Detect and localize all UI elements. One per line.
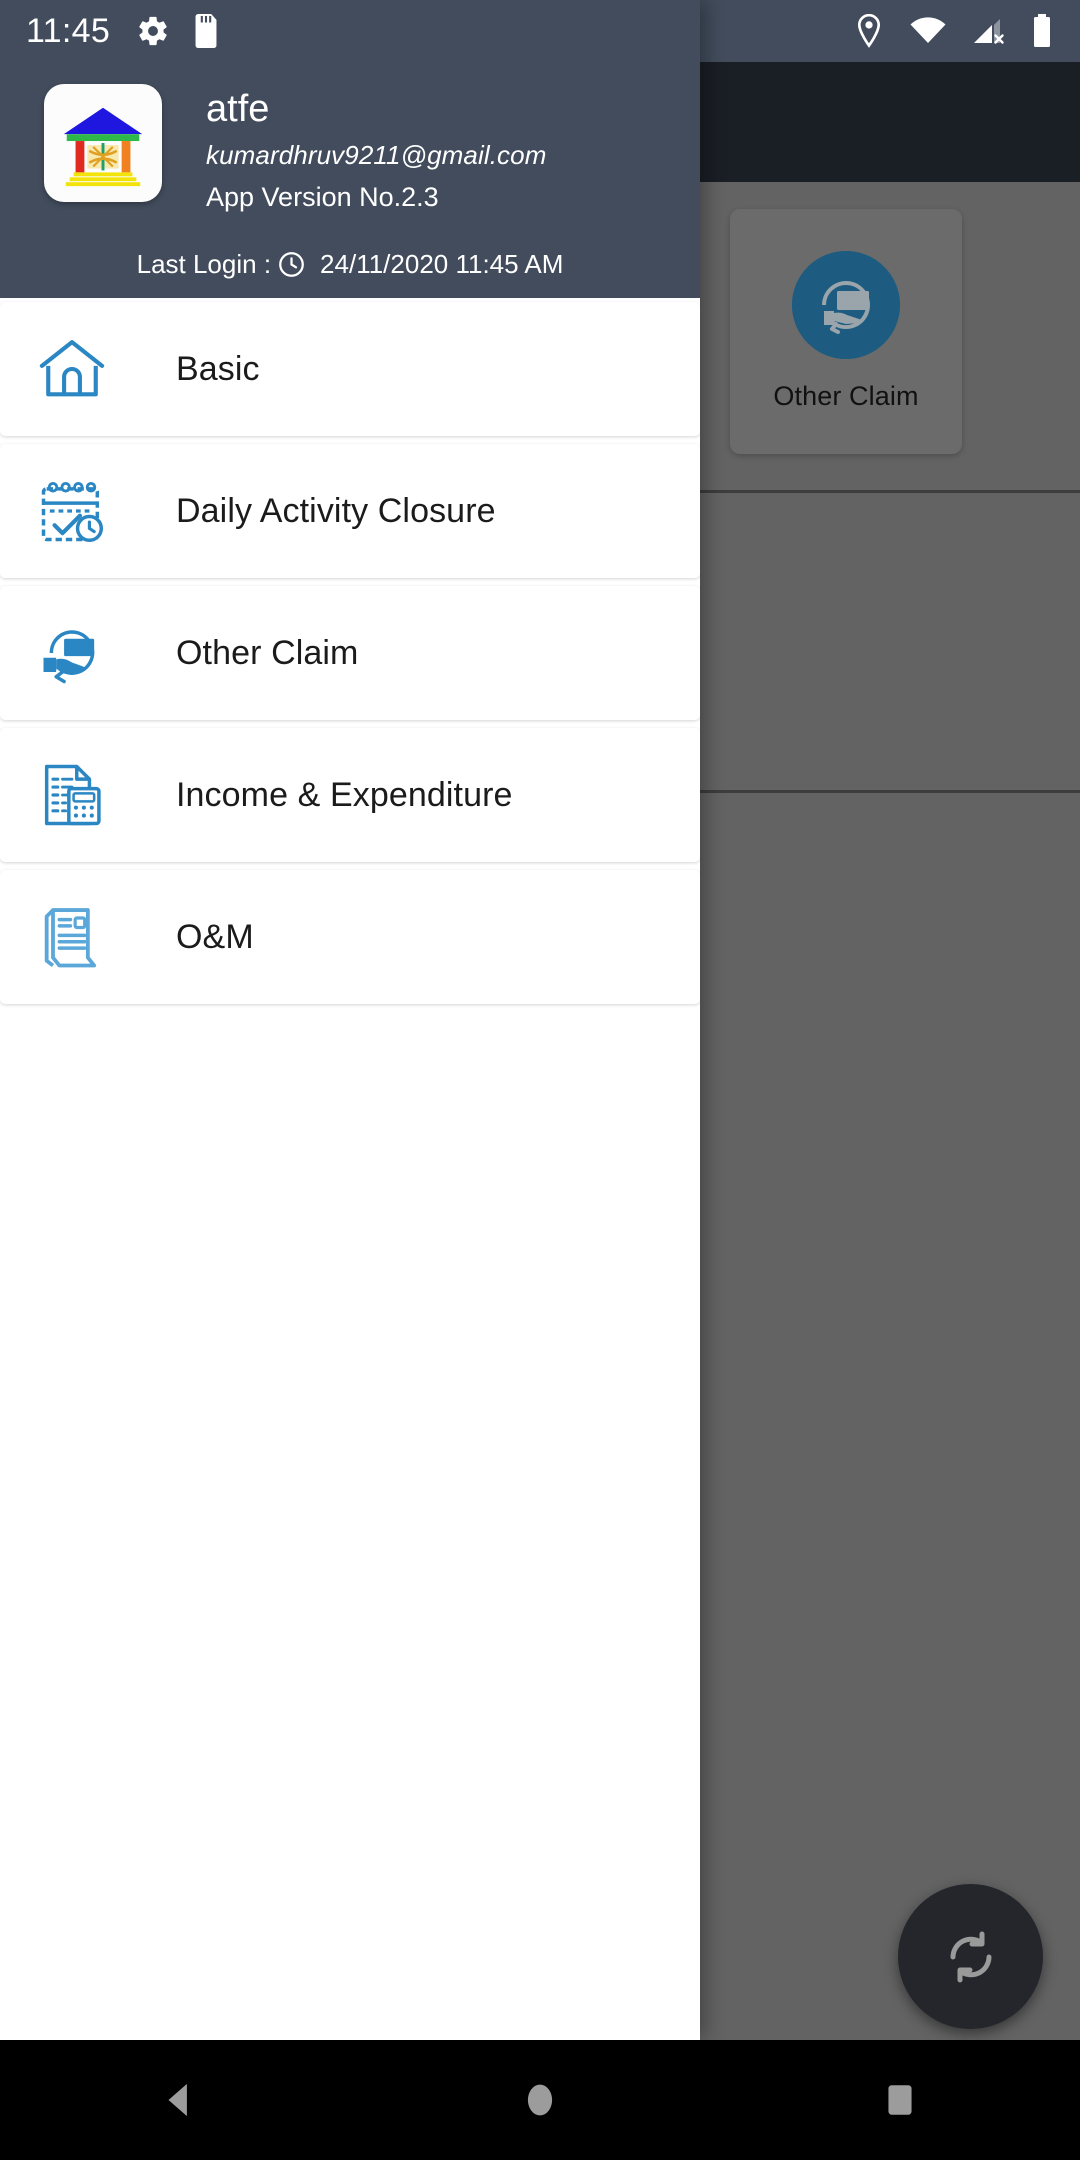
app-version-label: App Version No.2.3 xyxy=(206,181,439,212)
sync-refresh-icon xyxy=(950,1931,991,1982)
wifi-icon xyxy=(910,17,946,45)
sync-fab-button[interactable] xyxy=(898,1884,1043,2029)
drawer-item-om[interactable]: O&M xyxy=(0,870,700,1004)
drawer-menu-list: Basic Daily Activity Closure Other Claim… xyxy=(0,298,700,1004)
back-button[interactable] xyxy=(120,2040,240,2160)
android-navigation-bar xyxy=(0,2040,1080,2160)
profile-row[interactable]: atfe kumardhruv9211@gmail.com App Versio… xyxy=(0,62,700,217)
drawer-item-label: Basic xyxy=(176,349,260,388)
drawer-item-label: Other Claim xyxy=(176,633,359,672)
location-pin-icon xyxy=(854,14,884,48)
navigation-drawer: 11:45 atfe kumardhruv9211@gmail.com App … xyxy=(0,0,700,2040)
tile-other-claim[interactable]: Other Claim xyxy=(730,209,962,454)
status-bar-clock: 11:45 xyxy=(26,12,111,50)
cellular-signal-off-icon xyxy=(972,16,1006,46)
drawer-header: atfe kumardhruv9211@gmail.com App Versio… xyxy=(0,62,700,298)
recents-button[interactable] xyxy=(840,2040,960,2160)
sd-card-icon xyxy=(192,14,220,48)
document-scroll-icon xyxy=(30,895,114,979)
home-icon xyxy=(30,327,114,411)
clock-icon xyxy=(278,251,305,278)
hand-card-refund-circle-icon xyxy=(792,251,900,359)
calendar-check-clock-icon xyxy=(30,469,114,553)
home-circle-icon xyxy=(527,2084,553,2116)
status-bar-right-icons xyxy=(854,0,1052,62)
back-triangle-icon xyxy=(168,2083,187,2117)
phone-screen: Other Claim 11:45 atfe kumardhruv9211@gm… xyxy=(0,0,1080,2160)
institution-logo xyxy=(44,84,162,202)
recents-square-icon xyxy=(888,2085,912,2115)
hand-card-refund-icon xyxy=(30,611,114,695)
status-bar: 11:45 xyxy=(0,0,700,62)
profile-email: kumardhruv9211@gmail.com xyxy=(206,139,547,170)
battery-icon xyxy=(1032,14,1052,48)
drawer-item-label: Income & Expenditure xyxy=(176,775,513,814)
last-login-value: 24/11/2020 11:45 AM xyxy=(320,249,564,279)
drawer-item-income-expenditure[interactable]: Income & Expenditure xyxy=(0,728,700,862)
drawer-item-basic[interactable]: Basic xyxy=(0,302,700,436)
profile-text: atfe kumardhruv9211@gmail.com App Versio… xyxy=(206,84,546,217)
drawer-item-label: Daily Activity Closure xyxy=(176,491,496,530)
last-login-label: Last Login : xyxy=(136,249,272,279)
drawer-item-daily-activity-closure[interactable]: Daily Activity Closure xyxy=(0,444,700,578)
status-bar-left-icons xyxy=(136,14,220,48)
home-button[interactable] xyxy=(480,2040,600,2160)
gear-icon xyxy=(136,14,170,48)
tile-label: Other Claim xyxy=(773,381,919,411)
document-calculator-icon xyxy=(30,753,114,837)
drawer-item-label: O&M xyxy=(176,917,254,956)
last-login-row: Last Login : 24/11/2020 11:45 AM xyxy=(0,249,700,280)
profile-name: atfe xyxy=(206,88,270,130)
drawer-item-other-claim[interactable]: Other Claim xyxy=(0,586,700,720)
